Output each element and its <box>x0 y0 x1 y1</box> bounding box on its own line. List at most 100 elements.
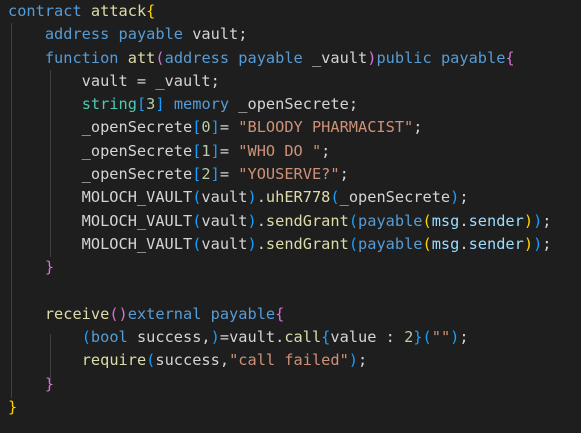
code-token: . <box>459 211 469 230</box>
code-token: require <box>81 351 147 370</box>
code-token: ) <box>450 188 460 207</box>
code-token: ( <box>330 188 340 207</box>
code-token: success, <box>127 328 211 347</box>
code-token: MOLOCH_VAULT <box>8 234 193 253</box>
code-token: sendGrant <box>265 211 349 230</box>
code-token: _openSecrete; <box>229 95 359 114</box>
code-token: ( <box>146 351 156 370</box>
code-line[interactable]: MOLOCH_VAULT(vault).sendGrant(payable(ms… <box>8 210 581 233</box>
code-token: call <box>284 328 322 347</box>
code-token: 1 <box>201 141 211 160</box>
code-line[interactable]: } <box>8 256 581 279</box>
code-token: payable <box>118 25 183 44</box>
code-token: ) <box>348 351 359 370</box>
code-token: uhER778 <box>265 188 331 207</box>
code-token: sender <box>468 211 524 230</box>
code-token: "YOUSERVE?" <box>238 165 340 184</box>
code-token: payable <box>358 211 423 230</box>
code-token: () <box>109 304 128 323</box>
code-line[interactable]: receive()external payable{ <box>8 303 581 326</box>
code-line[interactable]: (bool success,)=vault.call{value : 2}(""… <box>8 326 581 349</box>
code-line[interactable]: MOLOCH_VAULT(vault).sendGrant(payable(ms… <box>8 233 581 256</box>
code-token: bool <box>90 328 128 347</box>
code-token: vault <box>201 188 248 207</box>
code-token: = <box>219 118 239 137</box>
code-token: vault <box>201 211 248 230</box>
code-token: ] <box>210 165 220 184</box>
code-line[interactable]: vault = _vault; <box>8 70 581 93</box>
code-line[interactable]: } <box>8 373 581 396</box>
code-token: ] <box>155 95 165 114</box>
code-line[interactable]: } <box>8 396 581 419</box>
code-token: payable <box>358 234 423 253</box>
code-token: address <box>164 48 230 67</box>
code-line[interactable]: string[3] memory _openSecrete; <box>8 93 581 116</box>
code-token: ) <box>533 234 543 253</box>
code-line[interactable]: _openSecrete[1]= "WHO DO "; <box>8 140 581 163</box>
code-line[interactable]: function att(address payable _vault)publ… <box>8 47 581 70</box>
code-token: 0 <box>201 118 211 137</box>
code-token: . <box>256 211 266 230</box>
code-token: MOLOCH_VAULT <box>8 188 193 207</box>
code-token: = <box>219 141 239 160</box>
code-token: ) <box>247 188 257 207</box>
code-token: value : <box>330 328 405 347</box>
code-line[interactable] <box>8 280 581 303</box>
code-token: vault <box>201 234 248 253</box>
code-token: payable <box>210 304 276 323</box>
code-token: { <box>321 328 331 347</box>
code-token: "call failed" <box>229 351 349 370</box>
code-token: } <box>44 374 55 393</box>
code-token: string <box>81 95 137 114</box>
code-token: "WHO DO " <box>238 141 322 160</box>
code-token: payable <box>238 48 303 67</box>
code-token: payable <box>440 48 506 67</box>
code-token: ; <box>413 118 423 137</box>
code-token: ( <box>422 211 432 230</box>
code-token: ) <box>247 234 257 253</box>
code-token: ; <box>459 188 469 207</box>
code-line[interactable]: MOLOCH_VAULT(vault).uhER778(_openSecrete… <box>8 186 581 209</box>
code-token: =vault. <box>219 328 285 347</box>
code-token: success, <box>155 351 230 370</box>
code-token: ) <box>450 328 460 347</box>
code-line[interactable]: _openSecrete[2]= "YOUSERVE?"; <box>8 163 581 186</box>
code-token: address <box>44 25 110 44</box>
code-line[interactable]: _openSecrete[0]= "BLOODY PHARMACIST"; <box>8 116 581 139</box>
code-token: sendGrant <box>265 234 349 253</box>
code-token: ( <box>348 234 359 253</box>
code-token: ) <box>210 328 220 347</box>
code-line[interactable]: address payable vault; <box>8 23 581 46</box>
code-token: } <box>44 258 55 277</box>
code-token: attack <box>90 2 147 20</box>
code-token: = <box>219 165 239 184</box>
code-token: memory <box>173 95 230 114</box>
code-token: MOLOCH_VAULT <box>8 211 193 230</box>
code-token: external <box>127 304 202 323</box>
code-area[interactable]: contract attack{ address payable vault; … <box>8 0 581 419</box>
code-token: att <box>127 48 156 67</box>
code-editor[interactable]: contract attack{ address payable vault; … <box>0 0 581 433</box>
code-token: ; <box>358 351 368 370</box>
code-token: ; <box>339 165 349 184</box>
code-token: 3 <box>146 95 156 114</box>
code-token: contract <box>8 2 82 20</box>
code-token: { <box>146 2 156 20</box>
code-token: ( <box>348 211 359 230</box>
code-line[interactable]: contract attack{ <box>8 0 581 23</box>
code-token: sender <box>468 234 524 253</box>
code-line[interactable]: require(success,"call failed"); <box>8 349 581 372</box>
code-token: . <box>256 234 266 253</box>
code-token: _openSecrete <box>339 188 451 207</box>
code-token: ) <box>523 211 534 230</box>
code-token: . <box>256 188 266 207</box>
